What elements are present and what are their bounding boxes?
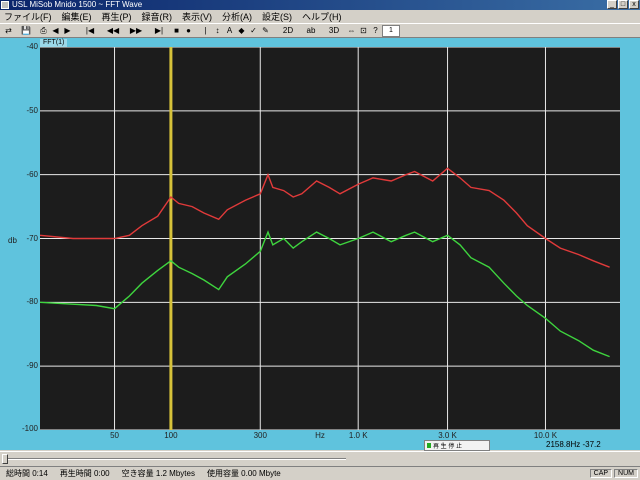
- menu-item-5[interactable]: 分析(A): [222, 10, 252, 23]
- toolbar-button-1[interactable]: 💾: [15, 24, 37, 37]
- menu-item-7[interactable]: ヘルプ(H): [302, 10, 342, 23]
- play-indicator-icon: [427, 443, 431, 448]
- playback-label: 再 生 停 止: [433, 444, 463, 450]
- toolbar-button-16[interactable]: ✎: [260, 24, 271, 37]
- y-tick-label: -50: [26, 105, 38, 115]
- menu-item-3[interactable]: 録音(R): [142, 10, 173, 23]
- toolbar-button-6[interactable]: ◀◀: [102, 24, 124, 37]
- toolbar-separator: [272, 25, 276, 37]
- playback-controls[interactable]: 再 生 停 止: [424, 440, 490, 451]
- time-scrollbar[interactable]: [0, 451, 640, 465]
- toolbar: ⇄ 💾 ⎙ ◀ ▶ |◀ ◀◀ ▶▶ ▶| ■ ● | ↕ A ◆ ✓ ✎ 2D ab 3D ⇔ ⊡? 1: [0, 23, 640, 38]
- toolbar-button-7[interactable]: ▶▶: [125, 24, 147, 37]
- toolbar-button-21[interactable]: ⊡: [358, 24, 369, 37]
- toolbar-button-17[interactable]: 2D: [277, 24, 299, 37]
- series-line-1: [40, 230, 610, 358]
- toolbar-button-20[interactable]: ⇔: [346, 24, 357, 37]
- menu-item-2[interactable]: 再生(P): [102, 10, 132, 23]
- status-play-time: 再生時間 0:00: [59, 469, 110, 478]
- x-tick-label: 10.0 K: [533, 431, 558, 440]
- cursor-readout: 2158.8Hz -37.2: [546, 440, 601, 449]
- toolbar-button-3[interactable]: ◀: [50, 24, 61, 37]
- maximize-button[interactable]: □: [618, 0, 628, 9]
- toolbar-separator: [74, 25, 78, 37]
- toolbar-button-8[interactable]: ▶|: [148, 24, 170, 37]
- status-num: NUM: [614, 469, 638, 478]
- status-used-space: 使用容量 0.00 Mbyte: [206, 469, 281, 478]
- app-icon: [1, 1, 9, 9]
- toolbar-button-5[interactable]: |◀: [79, 24, 101, 37]
- toolbar-button-0[interactable]: ⇄: [3, 24, 14, 37]
- toolbar-button-10[interactable]: ●: [183, 24, 194, 37]
- spectrum-chart: [40, 47, 620, 430]
- toolbar-button-12[interactable]: ↕: [212, 24, 223, 37]
- minimize-button[interactable]: _: [607, 0, 617, 9]
- status-total-time: 総時間 0:14: [6, 469, 48, 478]
- menu-item-0[interactable]: ファイル(F): [4, 10, 52, 23]
- series-line-0: [40, 167, 610, 268]
- toolbar-button-4[interactable]: ▶: [62, 24, 73, 37]
- menu-item-1[interactable]: 編集(E): [62, 10, 92, 23]
- x-tick-label: 1.0 K: [348, 431, 368, 440]
- x-tick-label: 300: [253, 431, 267, 440]
- status-free-space: 空き容量 1.2 Mbytes: [121, 469, 195, 478]
- window-title: USL MiSob Mnido 1500 ~ FFT Wave: [12, 0, 143, 9]
- status-caps: CAP: [589, 469, 613, 478]
- y-tick-label: -40: [26, 42, 38, 51]
- x-tick-label: 50: [110, 431, 119, 440]
- toolbar-button-19[interactable]: 3D: [323, 24, 345, 37]
- y-tick-label: -60: [26, 169, 38, 179]
- scroll-thumb[interactable]: [2, 454, 8, 464]
- y-tick-label: -90: [26, 361, 38, 371]
- menu-item-6[interactable]: 設定(S): [262, 10, 292, 23]
- y-axis-title: db: [8, 236, 17, 245]
- toolbar-button-11[interactable]: |: [200, 24, 211, 37]
- menu-item-4[interactable]: 表示(V): [182, 10, 212, 23]
- status-bar: 総時間 0:14 再生時間 0:00 空き容量 1.2 Mbytes 使用容量 …: [0, 466, 640, 480]
- toolbar-button-14[interactable]: ◆: [236, 24, 247, 37]
- y-tick-label: -80: [26, 297, 38, 307]
- zoom-select[interactable]: 1: [382, 24, 400, 37]
- toolbar-button-9[interactable]: ■: [171, 24, 182, 37]
- toolbar-button-22[interactable]: ?: [370, 24, 381, 37]
- close-button[interactable]: x: [629, 0, 639, 9]
- toolbar-separator: [195, 25, 199, 37]
- toolbar-button-13[interactable]: A: [224, 24, 235, 37]
- title-bar: USL MiSob Mnido 1500 ~ FFT Wave _ □ x: [0, 0, 640, 10]
- y-tick-label: -100: [21, 424, 38, 433]
- scroll-track[interactable]: [6, 458, 346, 460]
- x-tick-label: 3.0 K: [438, 431, 457, 440]
- x-axis-title: Hz: [315, 431, 325, 440]
- document-tab[interactable]: FFT(1): [40, 39, 68, 47]
- toolbar-button-2[interactable]: ⎙: [38, 24, 49, 37]
- toolbar-button-18[interactable]: ab: [300, 24, 322, 37]
- menu-bar: ファイル(F) 編集(E) 再生(P) 録音(R) 表示(V) 分析(A) 設定(S) ヘルプ…: [0, 10, 640, 23]
- x-tick-label: 100: [164, 431, 178, 440]
- toolbar-button-15[interactable]: ✓: [248, 24, 259, 37]
- spectrum-plot[interactable]: [40, 47, 620, 430]
